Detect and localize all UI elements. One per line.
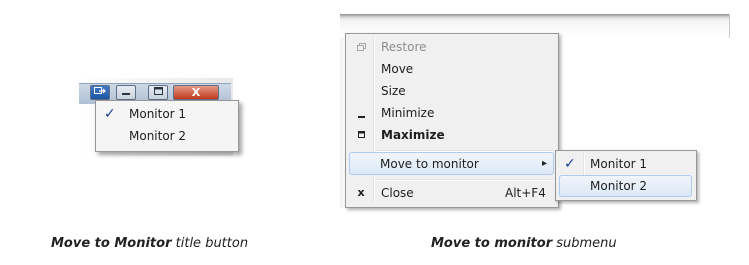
monitor-submenu: ✓ Monitor 1 Monitor 2 bbox=[555, 150, 697, 201]
restore-icon bbox=[356, 42, 366, 52]
menu-separator bbox=[375, 179, 553, 181]
menu-item-minimize[interactable]: Minimize bbox=[348, 102, 554, 124]
maximize-icon bbox=[153, 87, 163, 98]
submenu-arrow-icon: ▸ bbox=[542, 158, 548, 169]
submenu-item-monitor-2[interactable]: Monitor 2 bbox=[559, 175, 692, 197]
caption-bold: Move to monitor bbox=[431, 236, 553, 251]
right-caption: Move to monitor submenu bbox=[431, 236, 617, 251]
check-icon: ✓ bbox=[564, 156, 576, 172]
system-menu: Restore Move Size Minimize Maximize Move… bbox=[345, 33, 559, 208]
submenu-item-monitor-1[interactable]: ✓ Monitor 1 bbox=[558, 153, 692, 175]
menu-item-label: Monitor 1 bbox=[590, 157, 648, 171]
close-icon: x bbox=[357, 185, 365, 199]
menu-item-label: Restore bbox=[381, 40, 427, 54]
maximize-icon bbox=[357, 130, 367, 140]
minimize-icon bbox=[357, 109, 367, 119]
minimize-title-button[interactable] bbox=[116, 85, 136, 100]
close-title-button[interactable]: X bbox=[173, 85, 219, 100]
menu-item-label: Close bbox=[381, 186, 414, 200]
left-caption: Move to Monitor title button bbox=[51, 236, 248, 251]
monitor-popup-menu: ✓ Monitor 1 Monitor 2 bbox=[95, 100, 239, 152]
menu-item-label: Move to monitor bbox=[380, 156, 479, 171]
move-to-monitor-icon bbox=[94, 86, 106, 99]
minimize-icon bbox=[122, 87, 130, 98]
move-to-monitor-title-button[interactable] bbox=[90, 85, 110, 100]
caption-text: submenu bbox=[556, 236, 617, 251]
menu-item-restore[interactable]: Restore bbox=[348, 36, 554, 58]
menu-item-label: Monitor 2 bbox=[129, 129, 187, 143]
menu-item-monitor-2[interactable]: Monitor 2 bbox=[96, 125, 238, 147]
menu-item-label: Size bbox=[381, 84, 406, 98]
menu-item-maximize[interactable]: Maximize bbox=[348, 124, 554, 146]
menu-item-size[interactable]: Size bbox=[348, 80, 554, 102]
menu-item-label: Minimize bbox=[381, 106, 435, 120]
menu-item-label: Move bbox=[381, 62, 414, 76]
menu-item-move[interactable]: Move bbox=[348, 58, 554, 80]
menu-item-label: Maximize bbox=[381, 128, 445, 142]
check-icon: ✓ bbox=[104, 106, 116, 122]
caption-text: title button bbox=[175, 236, 249, 251]
close-icon: X bbox=[191, 86, 201, 99]
menu-item-label: Monitor 2 bbox=[590, 179, 648, 193]
maximize-title-button[interactable] bbox=[148, 85, 168, 100]
menu-item-shortcut: Alt+F4 bbox=[505, 186, 546, 200]
menu-item-move-to-monitor[interactable]: Move to monitor ▸ bbox=[349, 152, 554, 175]
menu-item-label: Monitor 1 bbox=[129, 107, 187, 121]
menu-item-close[interactable]: x Close Alt+F4 bbox=[348, 182, 554, 204]
menu-item-monitor-1[interactable]: ✓ Monitor 1 bbox=[96, 103, 238, 125]
caption-bold: Move to Monitor bbox=[51, 236, 172, 251]
